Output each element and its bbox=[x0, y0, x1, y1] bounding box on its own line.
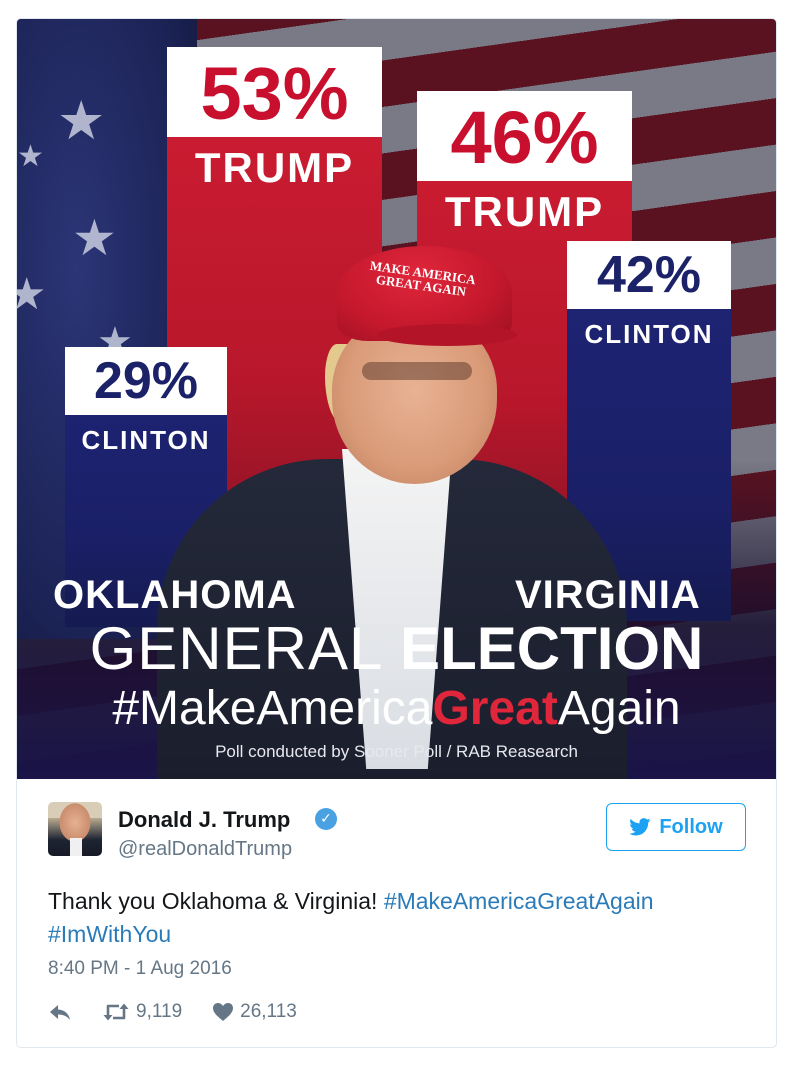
display-name[interactable]: Donald J. Trump bbox=[118, 809, 290, 831]
election-word: ELECTION bbox=[400, 615, 704, 682]
hashtag-link-make-america-great-again[interactable]: #MakeAmericaGreatAgain bbox=[384, 888, 654, 914]
like-count: 26,113 bbox=[240, 1001, 297, 1022]
twitter-bird-icon bbox=[629, 818, 651, 836]
tweet-text: Thank you Oklahoma & Virginia! #MakeAmer… bbox=[48, 885, 748, 951]
avatar-shirt bbox=[70, 838, 82, 856]
cap-brim bbox=[377, 324, 517, 346]
heart-icon bbox=[213, 1003, 234, 1021]
like-action[interactable]: 26,113 bbox=[212, 1001, 297, 1023]
general-election-heading: GENERAL ELECTION bbox=[17, 619, 776, 679]
flag-star-icon: ★ bbox=[57, 89, 106, 152]
state-virginia: VIRGINIA bbox=[515, 573, 701, 617]
avatar[interactable] bbox=[48, 802, 102, 856]
retweet-icon bbox=[103, 1003, 129, 1021]
poll-credit: Poll conducted by Sooner Poll / RAB Reas… bbox=[215, 742, 578, 761]
flag-star-icon: ★ bbox=[72, 209, 117, 267]
retweet-count: 9,119 bbox=[136, 1001, 183, 1022]
tweet-text-plain: Thank you Oklahoma & Virginia! bbox=[48, 888, 384, 914]
hashtag-link-im-with-you[interactable]: #ImWithYou bbox=[48, 921, 171, 947]
state-oklahoma: OKLAHOMA bbox=[53, 573, 297, 617]
tweet-timestamp[interactable]: 8:40 PM - 1 Aug 2016 bbox=[48, 959, 232, 978]
follow-button[interactable]: Follow bbox=[606, 803, 746, 851]
hashtag-part-1: #MakeAmerica bbox=[112, 682, 433, 735]
verified-badge-icon: ✓ bbox=[315, 808, 337, 830]
tweet-actions: 9,119 26,113 bbox=[48, 1000, 327, 1024]
reply-action[interactable] bbox=[48, 1002, 72, 1022]
hashtag-part-3: Again bbox=[557, 682, 681, 735]
reply-icon bbox=[50, 1005, 70, 1020]
eye-shadow bbox=[362, 362, 472, 380]
flag-star-icon: ★ bbox=[17, 139, 44, 174]
oklahoma-trump-label: TRUMP bbox=[194, 144, 355, 191]
poster-hashtag: #MakeAmericaGreatAgain bbox=[17, 685, 776, 733]
follow-label: Follow bbox=[659, 815, 723, 838]
flag-star-icon: ★ bbox=[17, 269, 46, 320]
embedded-tweet-card: ★ ★ ★ ★ ★ 53% TRUMP 46% TRUMP 42% CLINTO… bbox=[16, 18, 777, 1048]
user-handle[interactable]: @realDonaldTrump bbox=[118, 839, 292, 859]
retweet-action[interactable]: 9,119 bbox=[102, 1001, 182, 1023]
oklahoma-trump-percent: 53% bbox=[167, 47, 382, 137]
virginia-trump-percent: 46% bbox=[417, 91, 632, 181]
hashtag-part-great: Great bbox=[432, 682, 558, 735]
poll-poster-image[interactable]: ★ ★ ★ ★ ★ 53% TRUMP 46% TRUMP 42% CLINTO… bbox=[17, 19, 776, 779]
virginia-trump-label: TRUMP bbox=[444, 188, 605, 235]
general-word: GENERAL bbox=[89, 615, 384, 682]
